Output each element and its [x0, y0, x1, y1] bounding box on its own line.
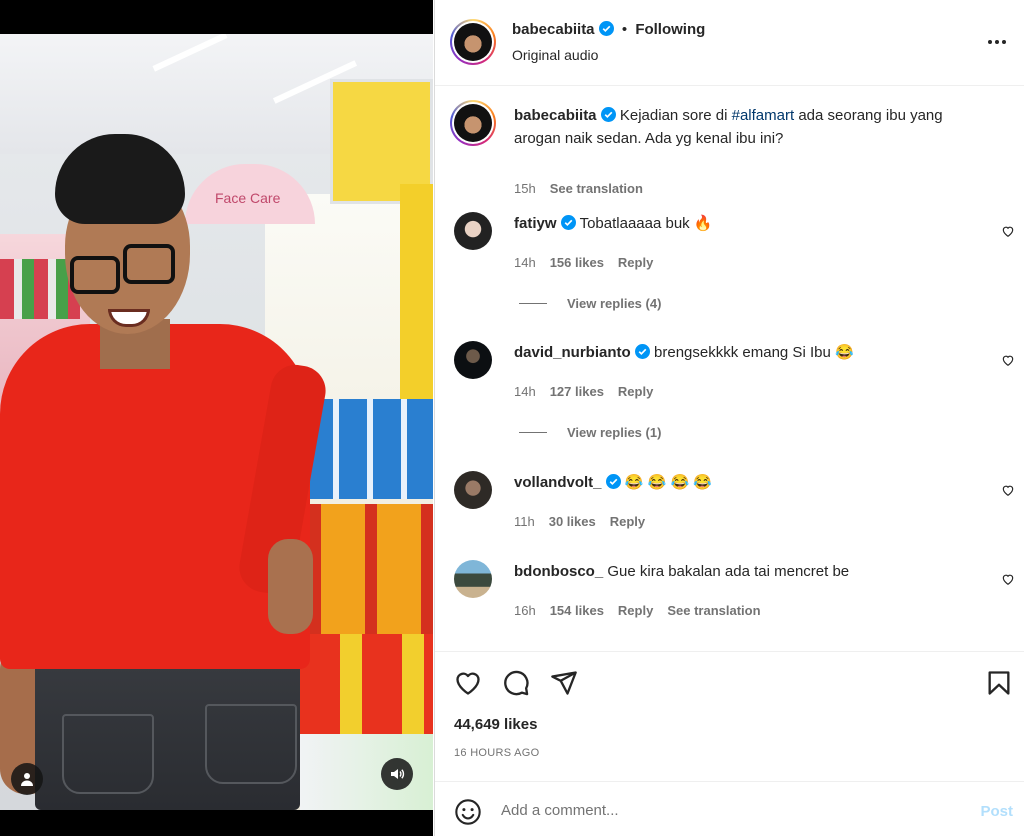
author-avatar[interactable]: [450, 19, 496, 65]
post-time[interactable]: 16 HOURS AGO: [454, 747, 540, 759]
comment-item: david_nurbianto brengsekkkk emang Si Ibu…: [435, 339, 1024, 449]
comment-text: bdonbosco_ Gue kira bakalan ada tai menc…: [514, 560, 979, 583]
comment-time: 14h: [514, 255, 536, 270]
see-translation-link[interactable]: See translation: [667, 603, 760, 618]
caption-prefix: Kejadian sore di: [619, 107, 732, 124]
verified-badge-icon: [598, 21, 614, 36]
comment-input[interactable]: [501, 796, 941, 824]
shelf-products: [300, 734, 433, 810]
post-header: babecabiita • Following Original audio: [435, 0, 1024, 86]
author-username[interactable]: babecabiita: [512, 21, 595, 38]
comment-content: brengsekkkk emang Si Ibu 😂: [654, 344, 854, 361]
like-comment-icon[interactable]: [1001, 224, 1015, 238]
author-avatar[interactable]: [450, 100, 496, 146]
author-line: babecabiita • Following: [512, 21, 705, 38]
promo-banner: [400, 184, 433, 434]
view-replies-label: View replies (4): [567, 296, 662, 311]
like-comment-icon[interactable]: [1001, 353, 1015, 367]
likes-count[interactable]: 44,649 likes: [454, 716, 537, 733]
like-comment-icon[interactable]: [1001, 572, 1015, 586]
caption-text: babecabiita Kejadian sore di #alfamart a…: [514, 104, 979, 150]
comment-text: vollandvolt_ 😂 😂 😂 😂: [514, 471, 979, 494]
emoji-icon[interactable]: [454, 798, 482, 826]
comment-item: fatiyw Tobatlaaaaa buk 🔥 14h 156 likes R…: [435, 210, 1024, 320]
comment-icon[interactable]: [502, 669, 530, 697]
user-tag-icon[interactable]: [11, 763, 43, 795]
reply-button[interactable]: Reply: [610, 514, 645, 529]
post-panel: babecabiita • Following Original audio b…: [434, 0, 1024, 836]
comment-likes[interactable]: 127 likes: [550, 384, 604, 399]
caption: babecabiita Kejadian sore di #alfamart a…: [435, 100, 1024, 196]
commenter-username[interactable]: david_nurbianto: [514, 344, 631, 361]
see-translation-link[interactable]: See translation: [550, 181, 643, 196]
view-replies-button[interactable]: View replies (1): [519, 425, 661, 440]
post-actions: 44,649 likes 16 HOURS AGO: [435, 651, 1024, 781]
verified-badge-icon: [560, 215, 576, 230]
comment-time: 16h: [514, 603, 536, 618]
shelf-products: [305, 399, 433, 499]
store-sign: Face Care: [185, 164, 315, 224]
comments-list: babecabiita Kejadian sore di #alfamart a…: [435, 86, 1024, 651]
replies-line: [519, 303, 547, 304]
shelf-products: [300, 634, 433, 744]
like-icon[interactable]: [454, 669, 482, 697]
comment-content: Tobatlaaaaa buk 🔥: [579, 215, 713, 232]
post-media[interactable]: Face Care: [0, 0, 433, 836]
commenter-avatar[interactable]: [454, 212, 492, 250]
commenter-username[interactable]: vollandvolt_: [514, 474, 602, 491]
reply-button[interactable]: Reply: [618, 603, 653, 618]
comment-meta: 14h 127 likes Reply: [514, 384, 653, 399]
share-icon[interactable]: [550, 669, 578, 697]
comment-text: david_nurbianto brengsekkkk emang Si Ibu…: [514, 341, 979, 364]
comment-time: 11h: [514, 514, 535, 529]
glasses: [70, 256, 120, 294]
sound-on-icon[interactable]: [381, 758, 413, 790]
caption-meta: 15h See translation: [514, 181, 643, 196]
comment-meta: 11h 30 likes Reply: [514, 514, 645, 529]
person-hand: [268, 539, 313, 634]
post-comment-button[interactable]: Post: [980, 803, 1013, 820]
verified-badge-icon: [600, 107, 616, 122]
comment-text: fatiyw Tobatlaaaaa buk 🔥: [514, 212, 979, 235]
glasses: [123, 244, 175, 284]
view-replies-button[interactable]: View replies (4): [519, 296, 661, 311]
comment-composer: Post: [435, 781, 1024, 836]
reply-button[interactable]: Reply: [618, 255, 653, 270]
following-button[interactable]: Following: [635, 21, 705, 38]
comment-likes[interactable]: 30 likes: [549, 514, 596, 529]
jeans-pocket: [205, 704, 297, 784]
reply-button[interactable]: Reply: [618, 384, 653, 399]
commenter-avatar[interactable]: [454, 341, 492, 379]
comment-content: Gue kira bakalan ada tai mencret be: [607, 563, 850, 580]
audio-label[interactable]: Original audio: [512, 47, 598, 63]
comment-content: 😂 😂 😂 😂: [624, 474, 713, 491]
verified-badge-icon: [605, 474, 621, 489]
caption-username[interactable]: babecabiita: [514, 107, 597, 124]
comment-item: bdonbosco_ Gue kira bakalan ada tai menc…: [435, 558, 1024, 628]
separator-dot: •: [621, 21, 628, 38]
view-replies-label: View replies (1): [567, 425, 662, 440]
replies-line: [519, 432, 547, 433]
comment-time: 14h: [514, 384, 536, 399]
video-frame[interactable]: Face Care: [0, 34, 433, 810]
commenter-avatar[interactable]: [454, 471, 492, 509]
commenter-avatar[interactable]: [454, 560, 492, 598]
commenter-username[interactable]: bdonbosco_: [514, 563, 603, 580]
verified-badge-icon: [634, 344, 650, 359]
comment-likes[interactable]: 156 likes: [550, 255, 604, 270]
more-options-icon[interactable]: [985, 32, 1009, 52]
commenter-username[interactable]: fatiyw: [514, 215, 557, 232]
comment-meta: 16h 154 likes Reply See translation: [514, 603, 761, 618]
hashtag-link[interactable]: #alfamart: [732, 107, 795, 124]
comment-likes[interactable]: 154 likes: [550, 603, 604, 618]
save-icon[interactable]: [985, 669, 1013, 697]
caption-time: 15h: [514, 181, 536, 196]
comment-meta: 14h 156 likes Reply: [514, 255, 653, 270]
jeans-pocket: [62, 714, 154, 794]
comment-item: vollandvolt_ 😂 😂 😂 😂 11h 30 likes Reply: [435, 469, 1024, 539]
like-comment-icon[interactable]: [1001, 483, 1015, 497]
